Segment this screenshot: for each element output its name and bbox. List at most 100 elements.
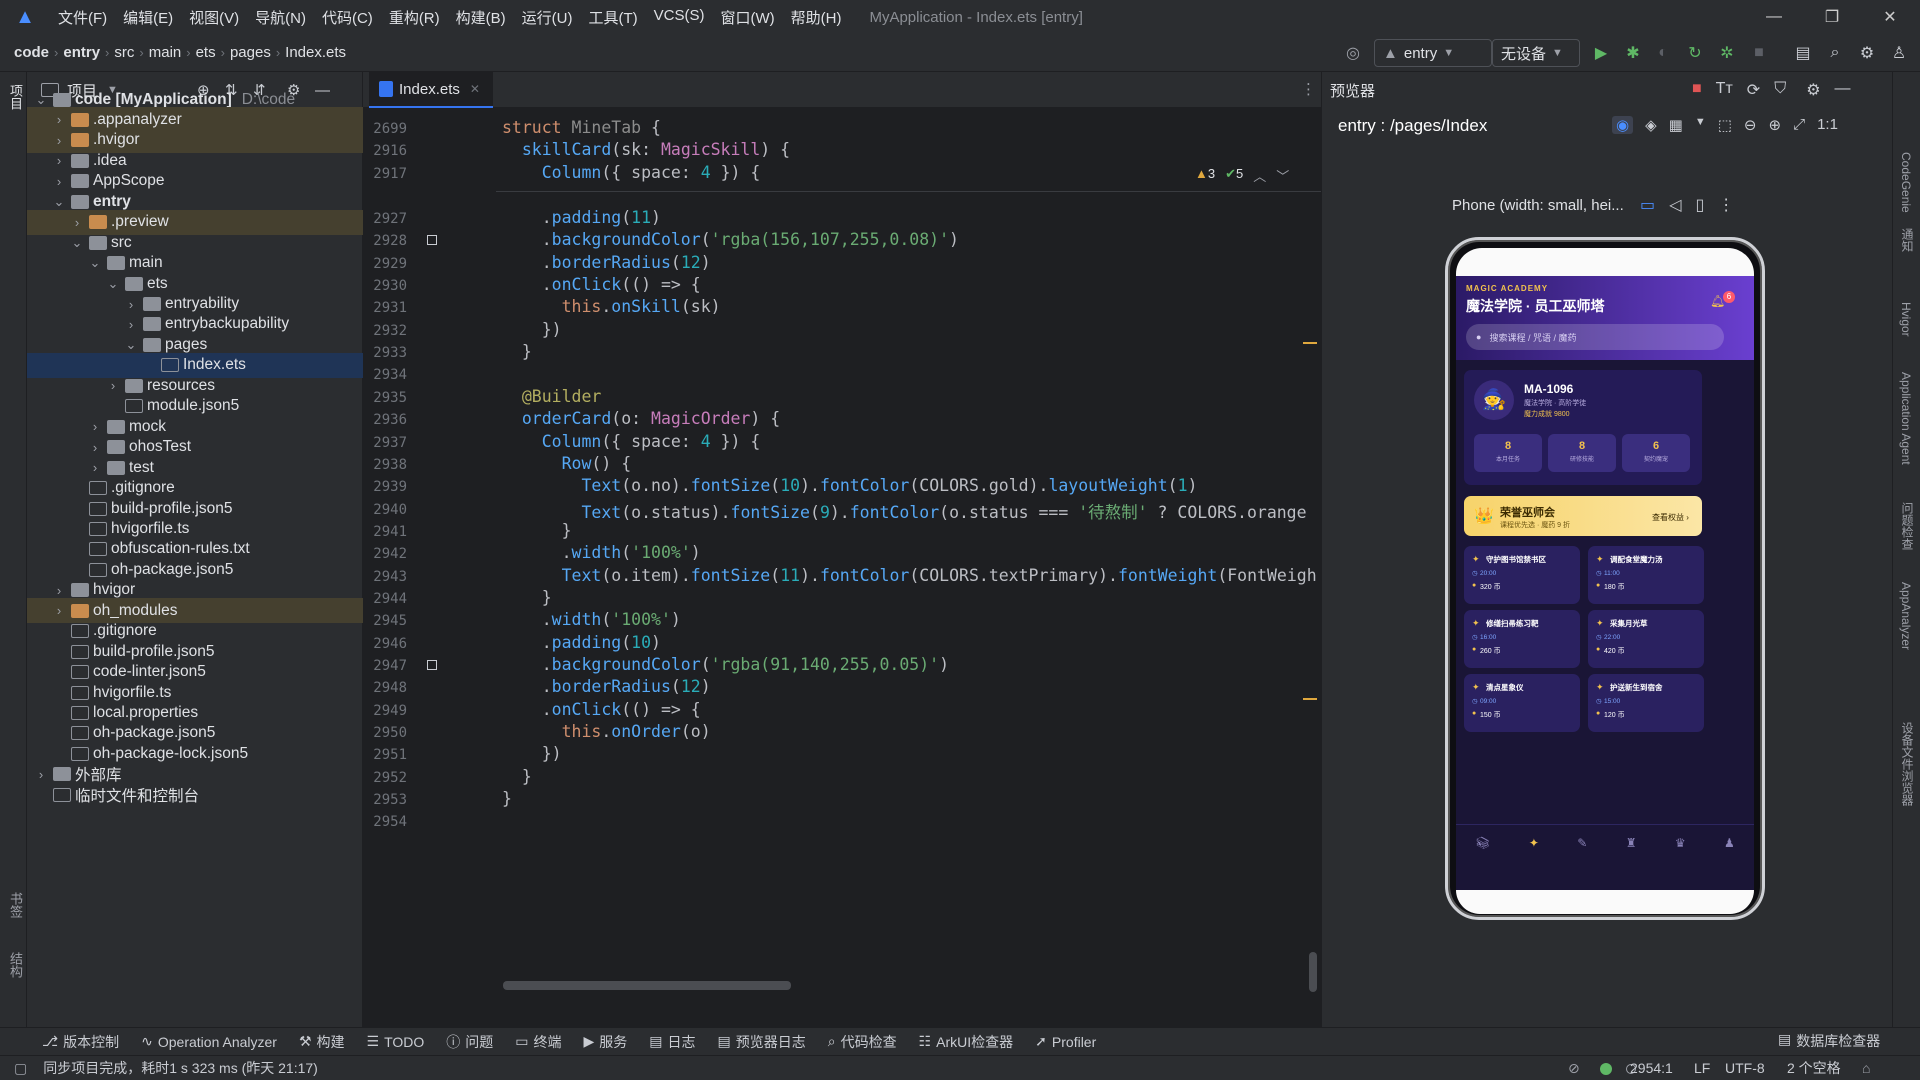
code-line[interactable]: } xyxy=(502,342,532,361)
zoom-out-icon[interactable]: ⊖ xyxy=(1744,116,1757,134)
warning-marker[interactable] xyxy=(1303,698,1317,700)
chevron-right-icon[interactable]: › xyxy=(123,317,139,332)
stat-card[interactable]: 8 本月任务 xyxy=(1474,434,1542,472)
project-tool-button[interactable]: 项目 xyxy=(6,84,25,110)
bottom-tool-button[interactable]: ➚ Profiler xyxy=(1035,1033,1096,1050)
menu-item[interactable]: VCS(S) xyxy=(646,7,713,28)
hide-panel-icon[interactable]: — xyxy=(1835,80,1851,100)
status-message[interactable]: 同步项目完成，耗时1 s 323 ms (昨天 21:17) xyxy=(43,1058,318,1078)
chevron-down-icon[interactable]: ⌄ xyxy=(105,276,121,292)
attach-icon[interactable]: ◐ xyxy=(1650,40,1676,66)
bottom-tool-button[interactable]: ▤ 日志 xyxy=(649,1032,695,1052)
code-line[interactable]: Text(o.status).fontSize(9).fontColor(o.s… xyxy=(502,499,1306,523)
warning-count[interactable]: ▲3 xyxy=(1195,166,1215,185)
account-icon[interactable]: ♙ xyxy=(1886,40,1912,66)
inspection-widget[interactable]: ▲3 ✔5 ︿ ﹀ xyxy=(1195,166,1289,185)
code-line[interactable]: Row() { xyxy=(502,454,632,473)
indent-setting[interactable]: 2 个空格 xyxy=(1787,1058,1841,1078)
code-line[interactable]: .borderRadius(12) xyxy=(502,677,711,696)
menu-item[interactable]: 重构(R) xyxy=(381,7,448,28)
maximize-icon[interactable]: ❐ xyxy=(1803,0,1861,34)
phone-screen[interactable]: MAGIC ACADEMY 魔法学院 · 员工巫师塔 🔔︎ 6 ● 搜索课程 / … xyxy=(1456,276,1754,890)
settings-icon[interactable]: ⚙ xyxy=(1854,40,1880,66)
chevron-down-icon[interactable]: ⌄ xyxy=(51,194,67,210)
stat-card[interactable]: 6 契约魔宠 xyxy=(1622,434,1690,472)
task-card[interactable]: ✦ 护送新生到宿舍 ◷ 15:00 ● 120 币 xyxy=(1588,674,1704,732)
color-swatch-icon[interactable] xyxy=(427,235,437,246)
breadcrumb-item[interactable]: code xyxy=(14,44,49,61)
task-card[interactable]: ✦ 修缮扫帚练习靶 ◷ 16:00 ● 260 币 xyxy=(1464,610,1580,668)
grid-icon[interactable]: ▦ xyxy=(1669,116,1683,134)
code-line[interactable]: .padding(11) xyxy=(502,208,661,227)
no-power-save-icon[interactable]: ⊘ xyxy=(1568,1060,1580,1077)
bottom-tool-button[interactable]: ⎇ 版本控制 xyxy=(42,1032,119,1052)
code-line[interactable]: Column({ space: 4 }) { xyxy=(502,432,761,451)
code-line[interactable]: orderCard(o: MagicOrder) { xyxy=(502,409,780,428)
avatar[interactable]: 🧙 xyxy=(1474,380,1514,420)
breadcrumb-item[interactable]: main xyxy=(149,44,182,61)
more-icon[interactable]: ⋮ xyxy=(1718,195,1734,215)
device-manager-icon[interactable]: ▤ xyxy=(1790,40,1816,66)
tab-magic-icon[interactable]: ✦ xyxy=(1529,836,1539,850)
right-tool-button[interactable]: 通知 xyxy=(1899,228,1916,252)
breadcrumb-item[interactable]: ets xyxy=(196,44,216,61)
tree-item[interactable]: 临时文件和控制台 xyxy=(27,782,363,807)
code-line[interactable]: } xyxy=(502,767,532,786)
stop-preview-icon[interactable]: ■ xyxy=(1692,80,1702,100)
bottom-tool-button[interactable]: ▤ 预览器日志 xyxy=(718,1032,806,1052)
task-card[interactable]: ✦ 守护图书馆禁书区 ◷ 20:00 ● 320 币 xyxy=(1464,546,1580,604)
tab-tower-icon[interactable]: ♜ xyxy=(1626,836,1637,850)
code-line[interactable]: Text(o.item).fontSize(11).fontColor(COLO… xyxy=(502,566,1317,585)
inspect-icon[interactable]: ⛉ xyxy=(1774,80,1786,100)
run-icon[interactable]: ▶ xyxy=(1588,40,1614,66)
reload-icon[interactable]: ↻ xyxy=(1682,40,1708,66)
structure-tool-button[interactable]: 结构 xyxy=(6,952,25,978)
warning-marker[interactable] xyxy=(1303,342,1317,344)
chevron-right-icon[interactable]: › xyxy=(105,378,121,393)
right-tool-button[interactable]: 设备文件浏览器 xyxy=(1899,722,1916,806)
code-line[interactable]: skillCard(sk: MagicSkill) { xyxy=(502,140,790,159)
tab-menu-icon[interactable]: ⋮ xyxy=(1301,80,1316,98)
color-swatch-icon[interactable] xyxy=(427,660,437,670)
menu-item[interactable]: 运行(U) xyxy=(514,7,581,28)
code-line[interactable]: .borderRadius(12) xyxy=(502,253,711,272)
code-line[interactable]: .backgroundColor('rgba(91,140,255,0.05)'… xyxy=(502,655,949,674)
code-line[interactable]: .backgroundColor('rgba(156,107,255,0.08)… xyxy=(502,230,959,249)
bottom-tool-button[interactable]: ▶ 服务 xyxy=(584,1032,628,1052)
prev-highlight-icon[interactable]: ︿ xyxy=(1253,166,1266,185)
chevron-down-icon[interactable]: ⌄ xyxy=(123,337,139,353)
zoom-in-icon[interactable]: ⊕ xyxy=(1768,116,1781,134)
menu-item[interactable]: 导航(N) xyxy=(247,7,314,28)
stat-card[interactable]: 8 研修技能 xyxy=(1548,434,1616,472)
refresh-icon[interactable]: ⟳ xyxy=(1747,80,1760,100)
menu-item[interactable]: 编辑(E) xyxy=(115,7,181,28)
profile-run-icon[interactable]: ✲ xyxy=(1714,40,1740,66)
breadcrumb-item[interactable]: Index.ets xyxy=(285,44,346,61)
bottom-tool-button[interactable]: ∿ Operation Analyzer xyxy=(141,1033,277,1050)
breadcrumb-item[interactable]: src xyxy=(114,44,134,61)
vertical-scrollbar[interactable] xyxy=(1309,952,1317,992)
debug-icon[interactable]: ✱ xyxy=(1620,40,1646,66)
font-size-icon[interactable]: Tт xyxy=(1716,80,1733,100)
chevron-right-icon[interactable]: › xyxy=(51,133,67,148)
code-line[interactable]: .onClick(() => { xyxy=(502,700,701,719)
tab-index-ets[interactable]: Index.ets ✕ xyxy=(369,72,493,108)
code-line[interactable]: this.onOrder(o) xyxy=(502,722,711,741)
bottom-tool-button[interactable]: ☷ ArkUI检查器 xyxy=(919,1032,1014,1052)
code-line[interactable]: }) xyxy=(502,320,562,339)
ok-count[interactable]: ✔5 xyxy=(1225,166,1243,185)
right-tool-button[interactable]: CodeGenie xyxy=(1899,152,1913,213)
menu-item[interactable]: 视图(V) xyxy=(181,7,247,28)
search-input[interactable]: ● 搜索课程 / 咒语 / 魔药 xyxy=(1466,324,1724,350)
code-line[interactable]: this.onSkill(sk) xyxy=(502,297,721,316)
device-select[interactable]: 无设备 ▼ xyxy=(1492,39,1580,67)
chevron-down-icon[interactable]: ⌄ xyxy=(33,92,49,108)
right-tool-button[interactable]: AppAnalyzer xyxy=(1899,582,1913,650)
chevron-right-icon[interactable]: › xyxy=(87,460,103,475)
bottom-tool-button[interactable]: ⚒ 构建 xyxy=(299,1032,345,1052)
chevron-down-icon[interactable]: ⌄ xyxy=(69,235,85,251)
tab-close-icon[interactable]: ✕ xyxy=(470,82,480,96)
caret-position[interactable]: 2954:1 xyxy=(1630,1060,1673,1076)
bottom-tool-button[interactable]: ▭ 终端 xyxy=(515,1032,561,1052)
tab-profile-icon[interactable]: ♟ xyxy=(1724,836,1735,850)
